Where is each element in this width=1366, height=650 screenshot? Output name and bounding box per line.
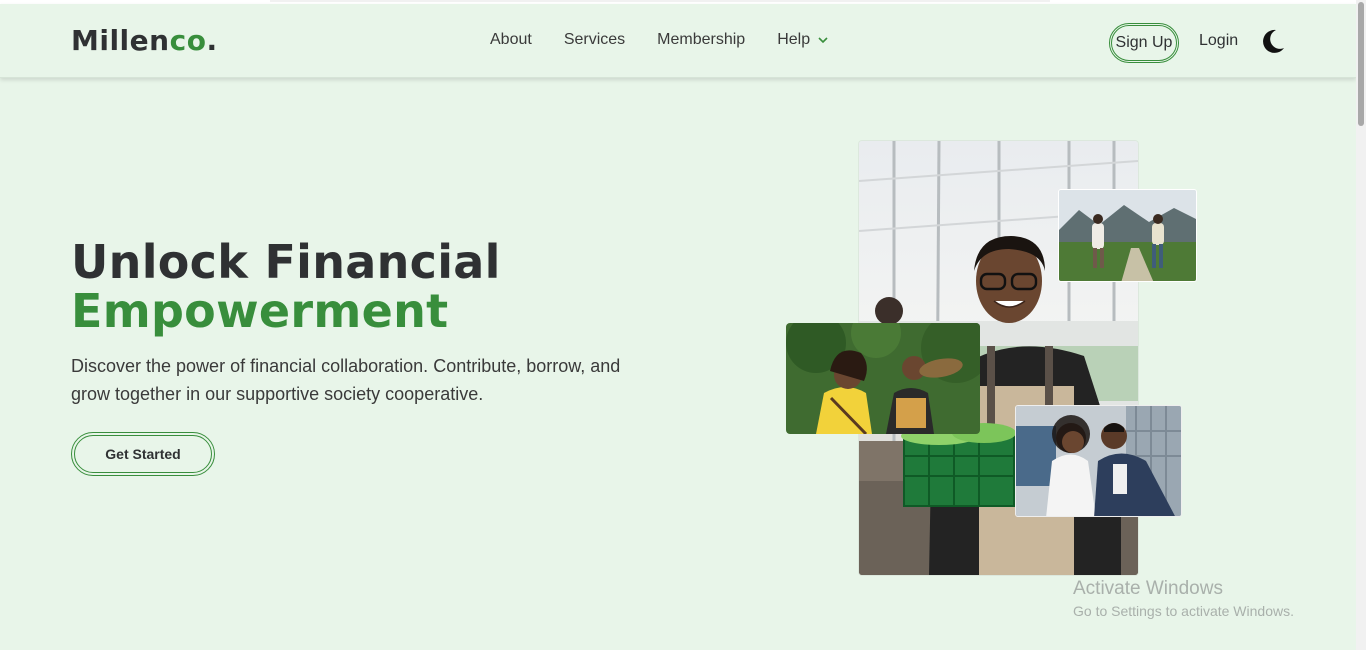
brand-logo[interactable]: Millenco. bbox=[71, 24, 218, 57]
hero-photo-field bbox=[1058, 189, 1197, 282]
nav-link-services[interactable]: Services bbox=[564, 31, 625, 49]
hero-description: Discover the power of financial collabor… bbox=[71, 356, 621, 404]
scrollbar-thumb[interactable] bbox=[1358, 2, 1364, 126]
moon-icon[interactable] bbox=[1260, 28, 1286, 54]
top-strip-bar bbox=[270, 0, 1050, 2]
nav-link-help-label: Help bbox=[777, 31, 811, 48]
nav-links: About Services Membership Help bbox=[490, 31, 828, 49]
chevron-down-icon bbox=[818, 36, 828, 43]
nav-link-membership[interactable]: Membership bbox=[657, 31, 745, 49]
watermark-line1: Activate Windows bbox=[1073, 578, 1223, 599]
hero-title-line1: Unlock Financial bbox=[71, 235, 501, 289]
hero-photo-farmers bbox=[786, 323, 980, 434]
page-scrollbar[interactable] bbox=[1356, 0, 1366, 650]
hero-photo-business-couple bbox=[1015, 405, 1182, 517]
get-started-button[interactable]: Get Started bbox=[71, 432, 215, 476]
windows-activation-watermark: Activate Windows Go to Settings to activ… bbox=[1073, 578, 1294, 619]
login-link[interactable]: Login bbox=[1199, 32, 1238, 50]
brand-name-dot: . bbox=[206, 24, 218, 57]
hero-title: Unlock Financial Empowerment bbox=[71, 238, 501, 336]
signup-button[interactable]: Sign Up bbox=[1109, 23, 1179, 63]
brand-name-accent: co bbox=[169, 24, 207, 57]
nav-link-about[interactable]: About bbox=[490, 31, 532, 49]
hero-title-line2: Empowerment bbox=[71, 284, 449, 338]
brand-name-main: Millen bbox=[71, 24, 170, 57]
navbar: Millenco. About Services Membership Help… bbox=[0, 4, 1356, 78]
watermark-line2: Go to Settings to activate Windows. bbox=[1073, 603, 1294, 619]
nav-link-help[interactable]: Help bbox=[777, 31, 828, 49]
